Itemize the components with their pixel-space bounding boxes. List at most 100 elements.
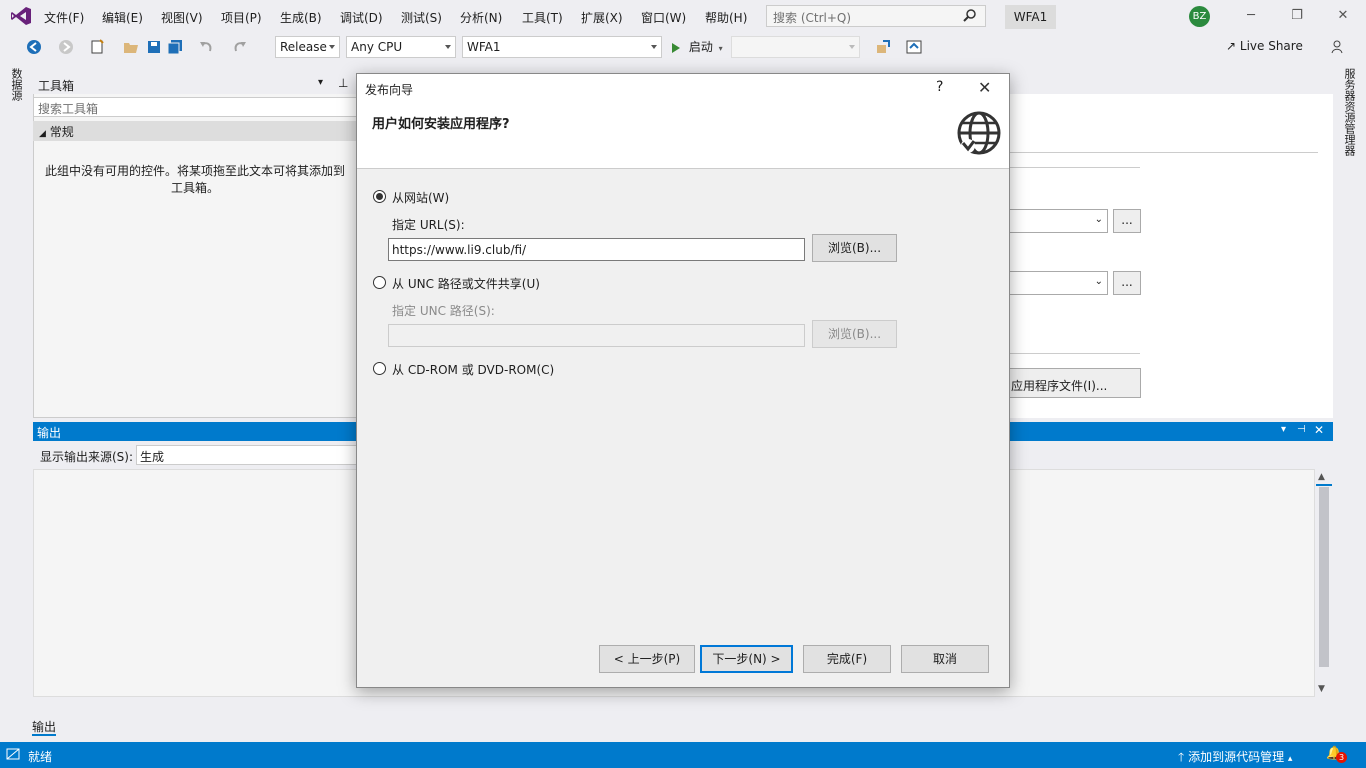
live-share-label: Live Share bbox=[1239, 39, 1303, 53]
play-icon bbox=[672, 42, 680, 53]
menu-extensions[interactable]: 扩展(X) bbox=[581, 9, 623, 26]
add-to-source-control-button[interactable]: 🡑 添加到源代码管理 ▴ bbox=[1178, 748, 1292, 768]
application-files-button[interactable]: 应用程序文件(I)... bbox=[1000, 368, 1141, 398]
forward-icon[interactable] bbox=[58, 39, 74, 55]
visual-studio-logo-icon bbox=[11, 7, 31, 25]
add-to-source-control-label: 添加到源代码管理 bbox=[1188, 750, 1285, 764]
toolbox-search-input[interactable]: 搜索工具箱 bbox=[33, 97, 358, 117]
scroll-marker bbox=[1316, 484, 1332, 486]
save-all-icon[interactable] bbox=[167, 39, 183, 55]
finish-button[interactable]: 完成(F) bbox=[803, 645, 891, 673]
pin-icon[interactable]: ⊥ bbox=[338, 76, 348, 90]
collapse-icon: ◢ bbox=[39, 129, 46, 139]
live-share-icon: ↗ bbox=[1226, 39, 1237, 53]
menu-window[interactable]: 窗口(W) bbox=[641, 9, 686, 26]
status-bar bbox=[0, 742, 1366, 768]
url-label: 指定 URL(S): bbox=[392, 218, 465, 232]
dialog-titlebar bbox=[357, 74, 1009, 104]
toolbox-group-general[interactable]: ◢ 常规 bbox=[33, 121, 358, 141]
separator bbox=[1008, 167, 1140, 168]
toolbox-title: 工具箱 bbox=[38, 79, 75, 93]
user-avatar[interactable]: BZ bbox=[1189, 6, 1210, 27]
menu-build[interactable]: 生成(B) bbox=[280, 9, 322, 26]
menu-file[interactable]: 文件(F) bbox=[44, 9, 84, 26]
url-input[interactable]: https://www.li9.club/fi/ bbox=[388, 238, 805, 261]
dialog-help-button[interactable]: ? bbox=[936, 79, 943, 95]
separator bbox=[1008, 152, 1318, 153]
web-browser-icon[interactable] bbox=[906, 39, 922, 55]
radio-from-unc[interactable] bbox=[373, 276, 386, 289]
menu-debug[interactable]: 调试(D) bbox=[340, 9, 383, 26]
radio-from-cd-label[interactable]: 从 CD-ROM 或 DVD-ROM(C) bbox=[392, 361, 554, 378]
cancel-button[interactable]: 取消 bbox=[901, 645, 989, 673]
solution-platform-select[interactable]: Any CPU bbox=[346, 36, 456, 58]
open-file-icon[interactable] bbox=[123, 39, 139, 55]
new-project-icon[interactable] bbox=[89, 39, 105, 55]
start-debug-button[interactable]: 启动 ▾ bbox=[671, 38, 723, 56]
unc-path-label: 指定 UNC 路径(S): bbox=[392, 304, 495, 318]
toolbox-group-label: 常规 bbox=[49, 125, 74, 139]
menu-help[interactable]: 帮助(H) bbox=[705, 9, 747, 26]
output-source-select[interactable]: 生成 bbox=[136, 445, 358, 465]
startup-project-select[interactable]: WFA1 bbox=[462, 36, 662, 58]
debug-target-select[interactable] bbox=[731, 36, 860, 58]
output-dropdown-icon[interactable]: ▾ bbox=[1281, 424, 1286, 435]
next-button[interactable]: 下一步(N) > bbox=[700, 645, 793, 673]
menu-edit[interactable]: 编辑(E) bbox=[102, 9, 143, 26]
browse-publish-location-button[interactable]: ... bbox=[1113, 209, 1141, 233]
scroll-up-icon[interactable]: ▲ bbox=[1318, 472, 1325, 482]
radio-from-website-label[interactable]: 从网站(W) bbox=[392, 189, 449, 206]
publish-location-combo[interactable]: ⌄ bbox=[1000, 209, 1108, 233]
browse-unc-button: 浏览(B)... bbox=[812, 320, 897, 348]
feedback-icon[interactable] bbox=[1330, 39, 1346, 55]
save-icon[interactable] bbox=[146, 39, 162, 55]
separator bbox=[1008, 353, 1140, 354]
close-window-icon[interactable]: ✕ bbox=[1333, 6, 1353, 26]
scroll-down-icon[interactable]: ▼ bbox=[1318, 684, 1325, 694]
server-explorer-tab[interactable]: 服务器资源管理器 bbox=[1341, 68, 1357, 178]
output-pin-icon[interactable]: ⊣ bbox=[1297, 424, 1306, 435]
output-tab-indicator bbox=[32, 734, 56, 736]
back-icon[interactable] bbox=[26, 39, 42, 55]
menu-view[interactable]: 视图(V) bbox=[161, 9, 203, 26]
unc-path-input bbox=[388, 324, 805, 347]
toolbox-empty-message: 此组中没有可用的控件。将某项拖至此文本可将其添加到工具箱。 bbox=[44, 164, 345, 195]
solution-configuration-value: Release bbox=[280, 40, 327, 54]
ready-icon bbox=[6, 748, 20, 760]
dialog-close-button[interactable]: ✕ bbox=[978, 78, 991, 97]
output-close-icon[interactable]: ✕ bbox=[1314, 423, 1324, 437]
browse-url-button[interactable]: 浏览(B)... bbox=[812, 234, 897, 262]
notifications-count-badge: 3 bbox=[1336, 752, 1347, 763]
data-sources-tab[interactable]: 数据源 bbox=[10, 68, 24, 118]
quick-launch-search-input[interactable]: 搜索 (Ctrl+Q) bbox=[766, 5, 986, 27]
output-tab[interactable]: 输出 bbox=[32, 718, 56, 735]
toolbox-dropdown-icon[interactable]: ▾ bbox=[318, 77, 323, 88]
output-source-label: 显示输出来源(S): bbox=[40, 450, 134, 464]
redo-icon[interactable] bbox=[232, 39, 248, 55]
browse-install-url-button[interactable]: ... bbox=[1113, 271, 1141, 295]
dialog-title: 发布向导 bbox=[365, 83, 414, 97]
radio-from-website[interactable] bbox=[373, 190, 386, 203]
live-share-button[interactable]: ↗ Live Share bbox=[1226, 39, 1303, 53]
solution-platform-value: Any CPU bbox=[351, 40, 403, 54]
output-scrollbar-thumb[interactable] bbox=[1319, 487, 1329, 667]
search-icon[interactable] bbox=[963, 8, 977, 22]
dialog-question-heading: 用户如何安装应用程序? bbox=[372, 117, 510, 132]
solution-configuration-select[interactable]: Release bbox=[275, 36, 340, 58]
previous-button[interactable]: < 上一步(P) bbox=[599, 645, 695, 673]
minimize-icon[interactable]: ─ bbox=[1241, 6, 1261, 26]
restore-icon[interactable]: ❐ bbox=[1287, 6, 1307, 26]
radio-from-cd[interactable] bbox=[373, 362, 386, 375]
undo-icon[interactable] bbox=[198, 39, 214, 55]
globe-icon bbox=[957, 111, 1001, 155]
output-panel-title: 输出 bbox=[37, 426, 62, 440]
publish-icon[interactable] bbox=[875, 39, 891, 55]
radio-from-unc-label[interactable]: 从 UNC 路径或文件共享(U) bbox=[392, 275, 540, 292]
menu-tools[interactable]: 工具(T) bbox=[522, 9, 563, 26]
menu-project[interactable]: 项目(P) bbox=[221, 9, 262, 26]
solution-name-badge: WFA1 bbox=[1005, 5, 1056, 29]
menu-analyze[interactable]: 分析(N) bbox=[460, 9, 502, 26]
install-url-combo[interactable]: ⌄ bbox=[1000, 271, 1108, 295]
start-debug-label: 启动 bbox=[688, 40, 713, 54]
menu-test[interactable]: 测试(S) bbox=[401, 9, 442, 26]
